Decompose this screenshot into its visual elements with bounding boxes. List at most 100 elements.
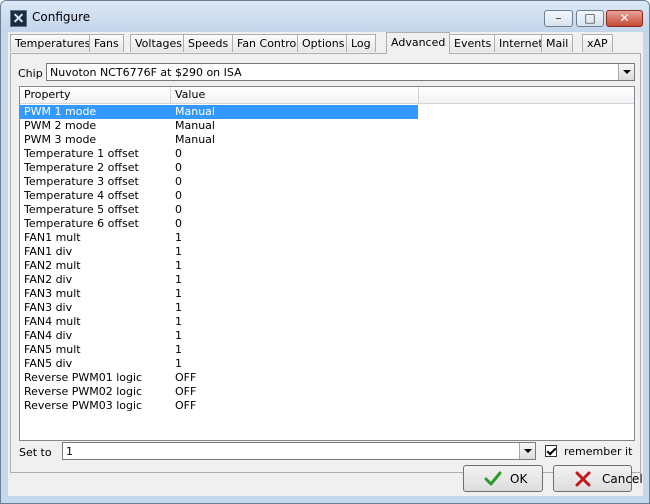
tab-events[interactable]: Events xyxy=(449,34,497,52)
property-cell: Reverse PWM03 logic xyxy=(24,399,143,412)
table-row[interactable]: Reverse PWM03 logic OFF xyxy=(20,399,634,413)
configure-window: Configure – □ ✕ Temperatures Fans Voltag… xyxy=(0,0,650,504)
table-row[interactable]: FAN2 div 1 xyxy=(20,273,634,287)
value-cell: 1 xyxy=(175,315,182,328)
set-to-combobox[interactable]: 1 xyxy=(62,442,536,460)
value-cell: 1 xyxy=(175,273,182,286)
table-row[interactable]: Temperature 2 offset 0 xyxy=(20,161,634,175)
table-row[interactable]: Reverse PWM02 logic OFF xyxy=(20,385,634,399)
property-cell: FAN5 mult xyxy=(24,343,81,356)
tab-log[interactable]: Log xyxy=(346,34,376,52)
set-to-label: Set to xyxy=(19,446,52,459)
table-row[interactable]: FAN2 mult 1 xyxy=(20,259,634,273)
table-row[interactable]: Reverse PWM01 logic OFF xyxy=(20,371,634,385)
property-cell: FAN4 mult xyxy=(24,315,81,328)
table-row[interactable]: Temperature 4 offset 0 xyxy=(20,189,634,203)
table-row[interactable]: PWM 3 mode Manual xyxy=(20,133,634,147)
value-cell: 1 xyxy=(175,329,182,342)
property-cell: Temperature 6 offset xyxy=(24,217,139,230)
table-row[interactable]: FAN4 div 1 xyxy=(20,329,634,343)
value-cell: OFF xyxy=(175,399,197,412)
chevron-down-icon[interactable] xyxy=(519,443,535,459)
minimize-button[interactable]: – xyxy=(544,10,573,27)
table-row[interactable]: Temperature 6 offset 0 xyxy=(20,217,634,231)
tab-fans[interactable]: Fans xyxy=(89,34,124,52)
value-cell: 0 xyxy=(175,175,182,188)
value-cell: Manual xyxy=(175,133,215,146)
table-row[interactable]: FAN1 div 1 xyxy=(20,245,634,259)
property-cell: Temperature 1 offset xyxy=(24,147,139,160)
property-cell: FAN1 div xyxy=(24,245,73,258)
tab-voltages[interactable]: Voltages xyxy=(130,34,187,52)
table-row[interactable]: FAN5 mult 1 xyxy=(20,343,634,357)
property-cell: FAN2 mult xyxy=(24,259,81,272)
property-list[interactable]: Property Value PWM 1 mode Manual PWM 2 mod… xyxy=(19,86,635,441)
table-row[interactable]: Temperature 1 offset 0 xyxy=(20,147,634,161)
dialog-client: Temperatures Fans Voltages Speeds Fan Co… xyxy=(8,32,643,496)
tab-strip: Temperatures Fans Voltages Speeds Fan Co… xyxy=(8,32,643,54)
tab-xap[interactable]: xAP xyxy=(582,34,613,52)
property-cell: PWM 2 mode xyxy=(24,119,97,132)
cancel-button[interactable]: Cancel xyxy=(553,465,643,492)
chevron-down-icon[interactable] xyxy=(618,64,634,80)
remember-it-checkbox[interactable] xyxy=(545,445,557,457)
tab-internet[interactable]: Internet xyxy=(494,34,548,52)
x-mark-icon xyxy=(575,471,591,487)
chip-label: Chip xyxy=(18,67,43,80)
set-to-value: 1 xyxy=(66,445,73,458)
title-bar[interactable]: Configure – □ ✕ xyxy=(1,1,649,32)
value-cell: 1 xyxy=(175,357,182,370)
value-cell: 0 xyxy=(175,161,182,174)
property-cell: PWM 3 mode xyxy=(24,133,97,146)
table-row[interactable]: Temperature 5 offset 0 xyxy=(20,203,634,217)
tab-mail[interactable]: Mail xyxy=(541,34,574,52)
table-row[interactable]: FAN5 div 1 xyxy=(20,357,634,371)
column-header-property[interactable]: Property xyxy=(20,87,171,103)
value-cell: OFF xyxy=(175,385,197,398)
property-cell: FAN5 div xyxy=(24,357,73,370)
table-row[interactable]: FAN4 mult 1 xyxy=(20,315,634,329)
table-row[interactable]: PWM 2 mode Manual xyxy=(20,119,634,133)
value-cell: Manual xyxy=(175,105,215,118)
checkmark-icon xyxy=(484,471,502,486)
table-row[interactable]: FAN3 div 1 xyxy=(20,301,634,315)
chip-select[interactable]: Nuvoton NCT6776F at $290 on ISA xyxy=(46,63,635,81)
value-cell: 1 xyxy=(175,231,182,244)
property-cell: Temperature 3 offset xyxy=(24,175,139,188)
property-cell: FAN3 div xyxy=(24,301,73,314)
column-header-value[interactable]: Value xyxy=(171,87,419,103)
property-cell: FAN1 mult xyxy=(24,231,81,244)
property-cell: Temperature 2 offset xyxy=(24,161,139,174)
chip-value: Nuvoton NCT6776F at $290 on ISA xyxy=(50,66,242,79)
value-cell: 0 xyxy=(175,147,182,160)
tab-temperatures[interactable]: Temperatures xyxy=(10,34,96,52)
tab-fan-control[interactable]: Fan Control xyxy=(232,34,305,52)
value-cell: Manual xyxy=(175,119,215,132)
ok-button-label: OK xyxy=(510,472,528,486)
property-cell: Temperature 4 offset xyxy=(24,189,139,202)
tab-options[interactable]: Options xyxy=(297,34,350,52)
table-row[interactable]: PWM 1 mode Manual xyxy=(20,105,418,119)
table-row[interactable]: Temperature 3 offset 0 xyxy=(20,175,634,189)
tab-speeds[interactable]: Speeds xyxy=(183,34,234,52)
close-button[interactable]: ✕ xyxy=(606,10,643,27)
property-cell: FAN3 mult xyxy=(24,287,81,300)
maximize-button[interactable]: □ xyxy=(576,10,604,27)
table-row[interactable]: FAN3 mult 1 xyxy=(20,287,634,301)
value-cell: 1 xyxy=(175,259,182,272)
tab-advanced[interactable]: Advanced xyxy=(386,32,451,54)
value-cell: 1 xyxy=(175,343,182,356)
property-cell: FAN2 div xyxy=(24,273,73,286)
property-cell: Temperature 5 offset xyxy=(24,203,139,216)
list-rows: PWM 1 mode Manual PWM 2 mode Manual PWM 3 mo… xyxy=(20,105,634,413)
cancel-button-label: Cancel xyxy=(602,472,643,486)
value-cell: 0 xyxy=(175,203,182,216)
ok-button[interactable]: OK xyxy=(463,465,543,492)
value-cell: OFF xyxy=(175,371,197,384)
remember-it-label[interactable]: remember it xyxy=(564,445,632,458)
value-cell: 1 xyxy=(175,287,182,300)
value-cell: 0 xyxy=(175,189,182,202)
table-row[interactable]: FAN1 mult 1 xyxy=(20,231,634,245)
property-cell: PWM 1 mode xyxy=(24,105,97,118)
property-cell: FAN4 div xyxy=(24,329,73,342)
